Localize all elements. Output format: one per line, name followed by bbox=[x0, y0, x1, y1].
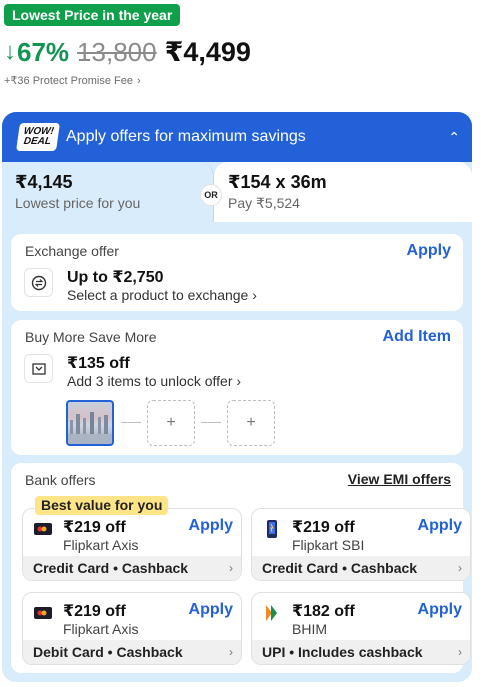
exchange-main: Up to ₹2,750 bbox=[67, 269, 164, 286]
view-emi-offers-link[interactable]: View EMI offers bbox=[348, 471, 451, 487]
chevron-right-icon: › bbox=[236, 373, 242, 389]
exchange-apply-button[interactable]: Apply bbox=[407, 242, 451, 260]
credit-card-icon bbox=[34, 523, 52, 535]
bank-offer-apply-button[interactable]: Apply bbox=[189, 517, 233, 535]
bank-offer-card[interactable]: ₹182 off BHIM Apply UPI • Includes cashb… bbox=[251, 592, 471, 665]
buy-more-main: ₹135 off bbox=[67, 355, 130, 372]
buy-more-card: Buy More Save More Add Item ₹135 off Add… bbox=[11, 320, 463, 455]
bank-offer-amount: ₹219 off bbox=[63, 603, 126, 620]
exchange-title: Exchange offer bbox=[25, 243, 119, 259]
price-row: ↓ 67% 13,800 ₹4,499 bbox=[4, 34, 251, 70]
product-thumbnail[interactable] bbox=[66, 400, 114, 446]
discount: ↓ 67% bbox=[4, 37, 69, 68]
slot-connector bbox=[121, 422, 141, 423]
buy-more-sub[interactable]: Add 3 items to unlock offer › bbox=[67, 373, 241, 389]
wow-deal-logo: WOW! DEAL bbox=[16, 123, 60, 151]
bank-offer-amount: ₹182 off bbox=[292, 603, 355, 620]
bank-offer-card[interactable]: ₹219 off Flipkart SBI Apply Credit Card … bbox=[251, 508, 471, 581]
wow-deal-line2: DEAL bbox=[22, 136, 52, 147]
exchange-sub-text: Select a product to exchange bbox=[67, 287, 249, 303]
bank-offer-bank: BHIM bbox=[292, 621, 327, 637]
best-value-tag: Best value for you bbox=[35, 496, 169, 515]
chevron-up-icon[interactable]: ⌃ bbox=[448, 129, 460, 146]
bank-offer-card[interactable]: ₹219 off Flipkart Axis Apply Credit Card… bbox=[22, 508, 242, 581]
discount-percent: 67% bbox=[17, 36, 70, 67]
bank-offer-footer[interactable]: Credit Card • Cashback › bbox=[23, 556, 241, 580]
lowest-price-badge: Lowest Price in the year bbox=[4, 4, 181, 26]
add-item-button[interactable]: Add Item bbox=[383, 328, 451, 346]
buy-more-sub-text: Add 3 items to unlock offer bbox=[67, 373, 233, 389]
bank-offer-footer-text: UPI • Includes cashback bbox=[262, 644, 423, 660]
exchange-offer-card: Exchange offer Apply Up to ₹2,750 Select… bbox=[11, 234, 463, 311]
bank-offer-apply-button[interactable]: Apply bbox=[189, 601, 233, 619]
bank-offer-footer-text: Debit Card • Cashback bbox=[33, 644, 183, 660]
final-price: ₹4,499 bbox=[164, 36, 251, 67]
mrp-price: 13,800 bbox=[77, 36, 157, 67]
bank-offer-amount: ₹219 off bbox=[292, 519, 355, 536]
bank-offer-apply-button[interactable]: Apply bbox=[418, 601, 462, 619]
protect-promise-fee[interactable]: +₹36 Protect Promise Fee › bbox=[4, 74, 141, 87]
bhim-logo-icon bbox=[266, 605, 277, 621]
bank-offer-footer-text: Credit Card • Cashback bbox=[33, 560, 189, 576]
or-chip: OR bbox=[200, 184, 222, 206]
slot-connector bbox=[201, 422, 221, 423]
tab-emi-sub: Pay ₹5,524 bbox=[228, 195, 300, 211]
chevron-right-icon: › bbox=[229, 561, 233, 575]
chevron-right-icon: › bbox=[458, 561, 462, 575]
bank-offer-card[interactable]: ₹219 off Flipkart Axis Apply Debit Card … bbox=[22, 592, 242, 665]
bank-offer-bank: Flipkart Axis bbox=[63, 621, 139, 637]
tab-lowest-amount: ₹4,145 bbox=[15, 172, 73, 192]
cart-icon bbox=[24, 354, 53, 383]
tab-emi-amount: ₹154 x 36m bbox=[228, 172, 327, 192]
bank-offer-bank: Flipkart Axis bbox=[63, 537, 139, 553]
bank-offer-footer[interactable]: Debit Card • Cashback › bbox=[23, 640, 241, 664]
bank-offer-footer-text: Credit Card • Cashback bbox=[262, 560, 418, 576]
arrow-down-icon: ↓ bbox=[4, 38, 16, 65]
phone-card-icon bbox=[267, 520, 277, 538]
bank-offer-footer[interactable]: UPI • Includes cashback › bbox=[252, 640, 470, 664]
chevron-right-icon: › bbox=[458, 645, 462, 659]
add-product-slot[interactable]: + bbox=[227, 400, 275, 446]
price-tabs: ₹4,145 Lowest price for you ₹154 x 36m P… bbox=[2, 160, 472, 222]
exchange-icon bbox=[24, 268, 53, 297]
debit-card-icon bbox=[34, 607, 52, 619]
bank-offer-bank: Flipkart SBI bbox=[292, 537, 365, 553]
fee-text: +₹36 Protect Promise Fee bbox=[4, 75, 133, 87]
tab-emi[interactable]: ₹154 x 36m Pay ₹5,524 bbox=[214, 162, 472, 222]
tab-lowest-sub: Lowest price for you bbox=[15, 195, 141, 211]
bank-offer-amount: ₹219 off bbox=[63, 519, 126, 536]
bank-offer-footer[interactable]: Credit Card • Cashback › bbox=[252, 556, 470, 580]
add-product-slot[interactable]: + bbox=[147, 400, 195, 446]
exchange-sub[interactable]: Select a product to exchange › bbox=[67, 287, 257, 303]
offers-header[interactable]: WOW! DEAL Apply offers for maximum savin… bbox=[2, 112, 472, 162]
bank-offer-apply-button[interactable]: Apply bbox=[418, 517, 462, 535]
chevron-right-icon: › bbox=[229, 645, 233, 659]
offers-panel: WOW! DEAL Apply offers for maximum savin… bbox=[2, 112, 472, 682]
chevron-right-icon: › bbox=[252, 287, 257, 303]
tab-lowest-price[interactable]: ₹4,145 Lowest price for you bbox=[2, 162, 214, 222]
offers-title: Apply offers for maximum savings bbox=[66, 128, 306, 145]
chevron-right-icon: › bbox=[136, 75, 141, 87]
